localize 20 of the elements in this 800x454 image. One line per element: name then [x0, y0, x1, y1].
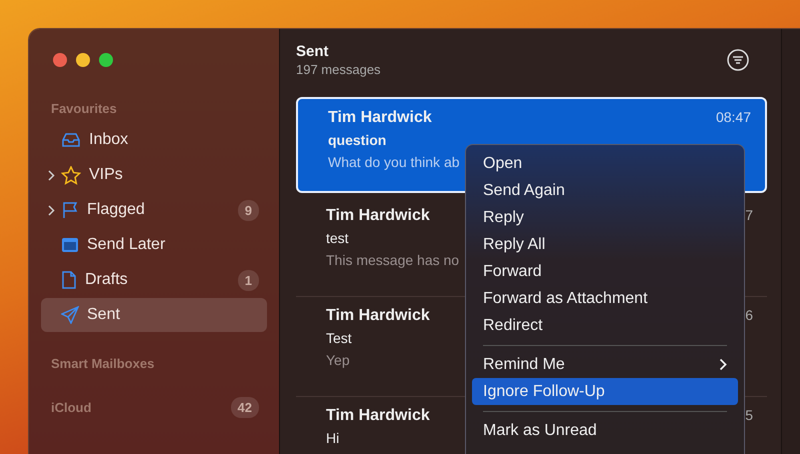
mailbox-title: Sent — [296, 43, 330, 60]
sender-name: Tim Hardwick — [326, 407, 430, 425]
unread-count: 9 — [238, 200, 259, 220]
message-preview: What do you think ab — [328, 154, 460, 170]
message-subject: test — [326, 230, 349, 246]
message-time: 08:47 — [716, 109, 751, 127]
message-count: 197 messages — [296, 62, 381, 77]
message-subject: question — [328, 132, 386, 148]
sender-name: Tim Hardwick — [326, 307, 430, 325]
message-preview: This message has no — [326, 252, 460, 268]
message-time: 7 — [745, 207, 753, 225]
sender-name: Tim Hardwick — [328, 109, 432, 127]
message-time: 5 — [745, 407, 753, 425]
message-time: 6 — [745, 307, 753, 325]
message-subject: Test — [326, 330, 352, 346]
message-preview: Yep — [326, 352, 350, 368]
unread-count: 42 — [230, 396, 259, 418]
message-subject: Hi — [326, 430, 340, 446]
sender-name: Tim Hardwick — [326, 207, 430, 225]
unread-count: 1 — [238, 270, 259, 290]
